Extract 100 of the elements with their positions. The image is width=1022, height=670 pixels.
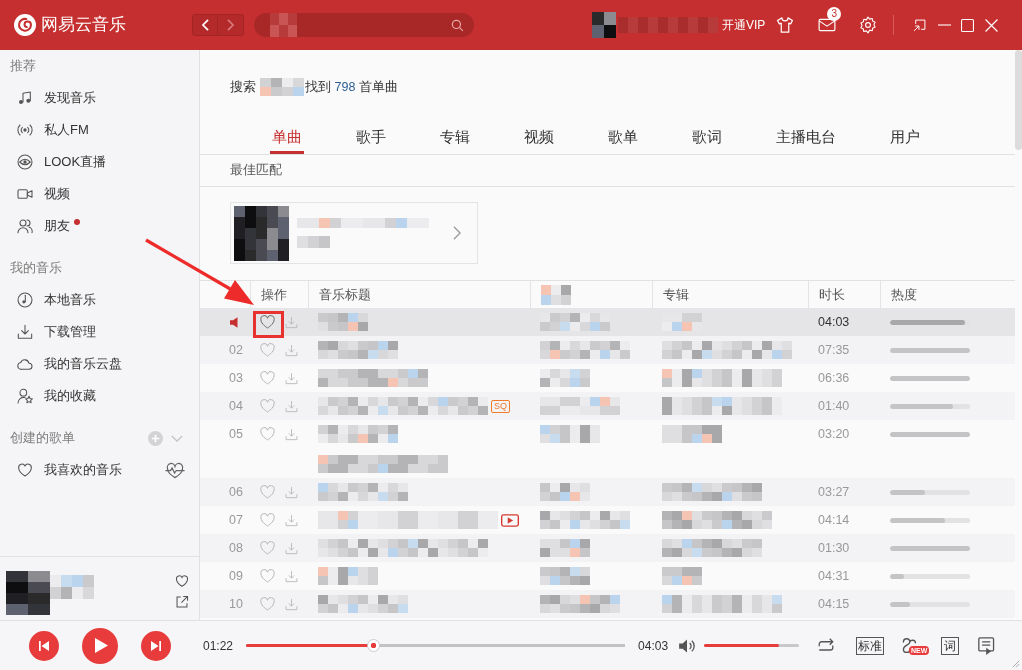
pixelated-block <box>662 567 702 585</box>
sidebar-item[interactable]: 视频 <box>0 178 199 210</box>
progress-handle[interactable] <box>367 639 380 652</box>
track-number: 08 <box>229 541 243 555</box>
pixelated-block <box>540 539 590 557</box>
quality-button[interactable]: 标准 <box>856 636 885 655</box>
chevron-down-icon[interactable] <box>171 434 183 442</box>
mini-mode-icon[interactable] <box>913 18 927 32</box>
sidebar-item[interactable]: 下载管理 <box>0 316 199 348</box>
sidebar-item[interactable]: 私人FM <box>0 114 199 146</box>
download-icon[interactable] <box>285 597 298 611</box>
heart-icon[interactable] <box>260 315 275 329</box>
download-icon[interactable] <box>285 541 298 555</box>
mail-icon[interactable] <box>818 16 837 34</box>
maximize-icon[interactable] <box>961 18 975 32</box>
column-header[interactable]: 热度 <box>891 285 917 304</box>
scrollbar-thumb[interactable] <box>1015 50 1022 150</box>
sidebar-item[interactable]: 本地音乐 <box>0 284 199 316</box>
sidebar-label: 我的收藏 <box>44 387 96 405</box>
sidebar-item[interactable]: 我喜欢的音乐 <box>0 454 199 486</box>
elapsed-time: 01:22 <box>203 638 234 653</box>
pixelated-block <box>540 425 600 443</box>
add-playlist-icon[interactable] <box>148 430 163 446</box>
download-icon[interactable] <box>285 485 298 499</box>
sidebar-label: LOOK直播 <box>44 153 107 171</box>
tab[interactable]: 歌词 <box>690 124 724 154</box>
search-label: 搜索 <box>230 78 256 96</box>
sidebar-label: 本地音乐 <box>44 291 96 309</box>
search-field[interactable] <box>254 13 474 37</box>
logo-icon <box>14 14 36 36</box>
playlist-icon[interactable] <box>978 636 997 655</box>
duration: 04:15 <box>818 597 850 611</box>
quality-tag: SQ <box>491 399 510 413</box>
chevron-right-icon <box>453 226 461 240</box>
sidebar-item[interactable]: 朋友 <box>0 210 199 242</box>
share-icon[interactable] <box>175 595 189 609</box>
download-icon[interactable] <box>285 427 298 441</box>
download-icon[interactable] <box>285 315 298 329</box>
heartbeat-icon[interactable] <box>165 461 185 479</box>
sidebar-item[interactable]: 我的音乐云盘 <box>0 348 199 380</box>
pixelated-block <box>540 369 590 387</box>
pixelated-block <box>297 236 330 248</box>
lyrics-button[interactable]: 词 <box>941 636 960 655</box>
duration: 03:27 <box>818 485 850 499</box>
sidebar-item[interactable]: LOOK直播 <box>0 146 199 178</box>
shirt-icon[interactable] <box>776 16 795 34</box>
sidebar-label: 发现音乐 <box>44 89 96 107</box>
tab[interactable]: 单曲 <box>270 124 304 154</box>
play-button[interactable] <box>82 627 118 664</box>
volume-icon[interactable] <box>679 638 696 653</box>
download-icon[interactable] <box>285 569 298 583</box>
tab[interactable]: 主播电台 <box>774 124 838 154</box>
track-number: 07 <box>229 513 243 527</box>
tab[interactable]: 视频 <box>522 124 556 154</box>
duration: 04:03 <box>818 315 850 329</box>
tab[interactable]: 歌手 <box>354 124 388 154</box>
minimize-icon[interactable] <box>938 24 952 26</box>
column-header[interactable]: 时长 <box>819 285 845 304</box>
settings-icon[interactable] <box>859 16 878 34</box>
volume-track[interactable] <box>704 644 800 647</box>
heart-icon[interactable] <box>175 574 189 588</box>
column-header[interactable]: 操作 <box>261 285 287 304</box>
column-header[interactable]: 专辑 <box>663 285 689 304</box>
column-header[interactable]: 音乐标题 <box>319 285 371 304</box>
tab[interactable]: 用户 <box>888 124 922 154</box>
download-icon[interactable] <box>285 371 298 385</box>
tab[interactable]: 歌单 <box>606 124 640 154</box>
table-row[interactable]: 04:03 <box>200 308 1015 336</box>
download-icon[interactable] <box>285 399 298 413</box>
play-icon <box>95 638 108 653</box>
video-play-icon[interactable] <box>501 513 519 527</box>
back-button[interactable] <box>192 14 218 36</box>
vip-link[interactable]: 开通VIP <box>722 16 766 34</box>
pixelated-block <box>234 205 289 261</box>
track-number: 09 <box>229 569 243 583</box>
search-icon[interactable] <box>451 18 464 32</box>
close-icon[interactable] <box>985 18 999 32</box>
pixelated-block <box>592 12 616 38</box>
cloud-icon <box>17 356 33 372</box>
sidebar-label: 我喜欢的音乐 <box>44 461 122 479</box>
chevron-left-icon <box>201 19 209 31</box>
next-button[interactable] <box>141 630 171 661</box>
download-icon[interactable] <box>285 513 298 527</box>
sidebar-item[interactable]: 我的收藏 <box>0 380 199 412</box>
tab[interactable]: 专辑 <box>438 124 472 154</box>
pixelated-block <box>270 13 297 37</box>
sidebar-label: 私人FM <box>44 121 89 139</box>
pixelated-block <box>318 567 378 585</box>
resize-grip-icon[interactable] <box>1012 660 1020 668</box>
best-match-card[interactable] <box>230 202 478 264</box>
repeat-icon[interactable] <box>817 638 836 653</box>
download-icon <box>17 324 33 340</box>
music-note-icon <box>17 90 33 106</box>
download-icon[interactable] <box>285 343 298 357</box>
forward-button[interactable] <box>218 14 244 36</box>
pixelated-block <box>260 78 304 96</box>
next-icon <box>151 640 161 651</box>
previous-button[interactable] <box>29 630 59 661</box>
sidebar-item[interactable]: 发现音乐 <box>0 82 199 114</box>
pixelated-block <box>540 483 590 501</box>
